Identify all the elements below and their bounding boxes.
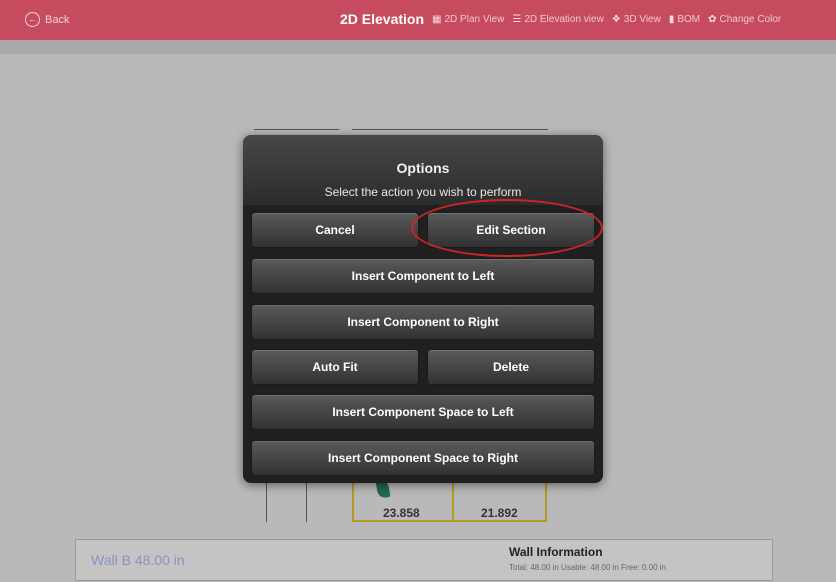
cabinet-edge: [306, 480, 307, 522]
nav-2d-elevation-view[interactable]: ☰ 2D Elevation view: [512, 14, 603, 25]
nav-bom[interactable]: ▮ BOM: [669, 14, 700, 25]
selected-section-edge: [452, 480, 454, 522]
wall-info-title: Wall Information: [509, 545, 603, 559]
insert-space-right-button[interactable]: Insert Component Space to Right: [251, 440, 595, 476]
cancel-button[interactable]: Cancel: [251, 212, 419, 248]
palette-icon: ✿: [708, 13, 717, 25]
back-button[interactable]: ← Back: [25, 12, 69, 27]
insert-space-left-button[interactable]: Insert Component Space to Left: [251, 394, 595, 430]
wall-info-stats: Total: 48.00 in Usable: 48.00 in Free: 0…: [509, 563, 666, 572]
nav-3d-view[interactable]: ❖ 3D View: [612, 14, 661, 25]
cube-3d-icon: ❖: [611, 13, 621, 25]
delete-button[interactable]: Delete: [427, 349, 595, 385]
back-arrow-icon: ←: [25, 12, 40, 27]
nav-2d-plan-view[interactable]: ▦ 2D Plan View: [432, 14, 504, 25]
dimension-label: 23.858: [383, 506, 420, 520]
plan-view-icon: ▦: [432, 13, 442, 25]
selected-section-bottom: [352, 520, 547, 522]
view-nav: 2D Elevation ▦ 2D Plan View ☰ 2D Elevati…: [340, 11, 781, 27]
insert-component-right-button[interactable]: Insert Component to Right: [251, 304, 595, 340]
elevation-view-icon: ☰: [512, 13, 522, 25]
selected-section-edge: [545, 480, 547, 522]
nav-label: 2D Elevation view: [524, 13, 604, 25]
document-icon: ▮: [668, 13, 675, 25]
auto-fit-button[interactable]: Auto Fit: [251, 349, 419, 385]
wall-label[interactable]: Wall B 48.00 in: [91, 552, 185, 568]
dialog-title: Options: [396, 160, 450, 176]
cabinet-top-edge: [254, 129, 339, 130]
page-title: 2D Elevation: [340, 11, 425, 27]
cabinet-edge: [266, 480, 267, 522]
back-label: Back: [45, 13, 70, 26]
nav-change-color[interactable]: ✿ Change Color: [708, 14, 781, 25]
nav-label: Change Color: [719, 13, 782, 25]
options-dialog: Options Select the action you wish to pe…: [243, 135, 603, 483]
dialog-subtitle: Select the action you wish to perform: [324, 185, 522, 199]
dimension-label: 21.892: [481, 506, 518, 520]
nav-label: 3D View: [623, 13, 661, 25]
edit-section-button[interactable]: Edit Section: [427, 212, 595, 248]
selected-section-edge: [352, 480, 354, 522]
toolbar-strip: [0, 40, 836, 54]
nav-label: 2D Plan View: [444, 13, 505, 25]
wall-info-panel: Wall B 48.00 in Wall Information Total: …: [75, 539, 773, 581]
nav-label: BOM: [677, 13, 701, 25]
top-navigation-bar: ← Back 2D Elevation ▦ 2D Plan View ☰ 2D …: [0, 0, 836, 40]
insert-component-left-button[interactable]: Insert Component to Left: [251, 258, 595, 294]
cabinet-top-edge: [352, 129, 548, 130]
